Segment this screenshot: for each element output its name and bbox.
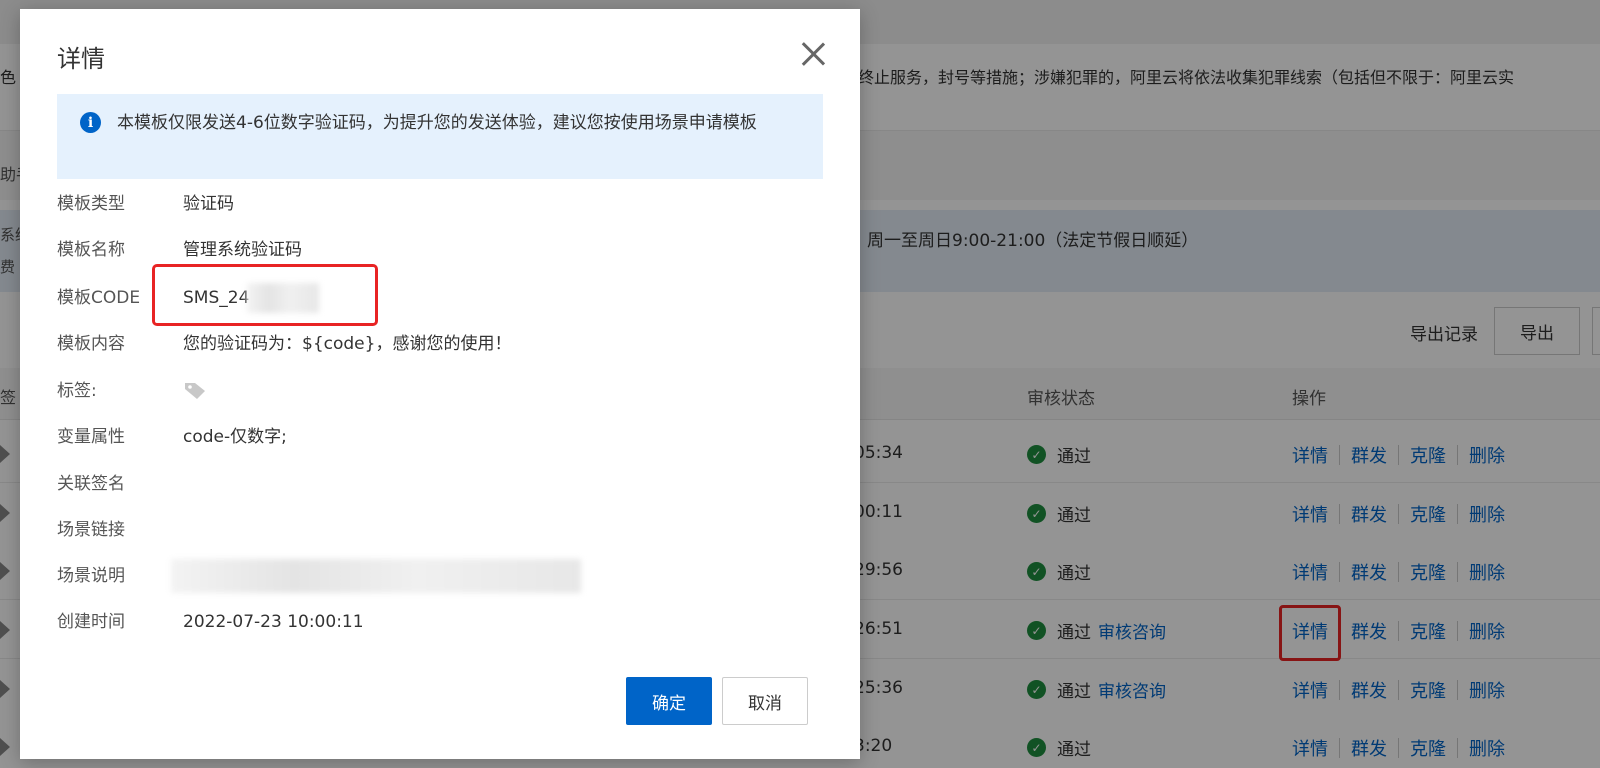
info-icon: i bbox=[80, 112, 101, 133]
field-label: 场景说明 bbox=[57, 566, 125, 586]
description-redaction bbox=[171, 559, 581, 593]
modal-title: 详情 bbox=[57, 45, 105, 73]
field-label: 标签: bbox=[57, 381, 97, 401]
field-value: 您的验证码为：${code}，感谢您的使用！ bbox=[183, 334, 512, 354]
info-alert: i 本模板仅限发送4-6位数字验证码，为提升您的发送体验，建议您按使用场景申请模… bbox=[57, 94, 823, 179]
detail-modal: 详情 i 本模板仅限发送4-6位数字验证码，为提升您的发送体验，建议您按使用场景… bbox=[20, 9, 860, 759]
field-value: 2022-07-23 10:00:11 bbox=[183, 612, 364, 632]
field-value: 验证码 bbox=[183, 194, 234, 214]
close-icon[interactable] bbox=[798, 39, 828, 69]
field-label: 场景链接 bbox=[57, 520, 125, 540]
field-label: 模板内容 bbox=[57, 334, 125, 354]
code-highlight-box bbox=[152, 264, 378, 326]
field-label: 创建时间 bbox=[57, 612, 125, 632]
field-value: 管理系统验证码 bbox=[183, 240, 302, 260]
field-label: 关联签名 bbox=[57, 474, 125, 494]
field-label: 模板类型 bbox=[57, 194, 125, 214]
tag-icon[interactable] bbox=[183, 381, 207, 401]
field-value: code-仅数字; bbox=[183, 427, 287, 447]
field-label: 变量属性 bbox=[57, 427, 125, 447]
confirm-button[interactable]: 确定 bbox=[626, 677, 712, 725]
field-label: 模板名称 bbox=[57, 240, 125, 260]
info-text: 本模板仅限发送4-6位数字验证码，为提升您的发送体验，建议您按使用场景申请模板 bbox=[117, 113, 757, 133]
cancel-button[interactable]: 取消 bbox=[722, 677, 808, 725]
